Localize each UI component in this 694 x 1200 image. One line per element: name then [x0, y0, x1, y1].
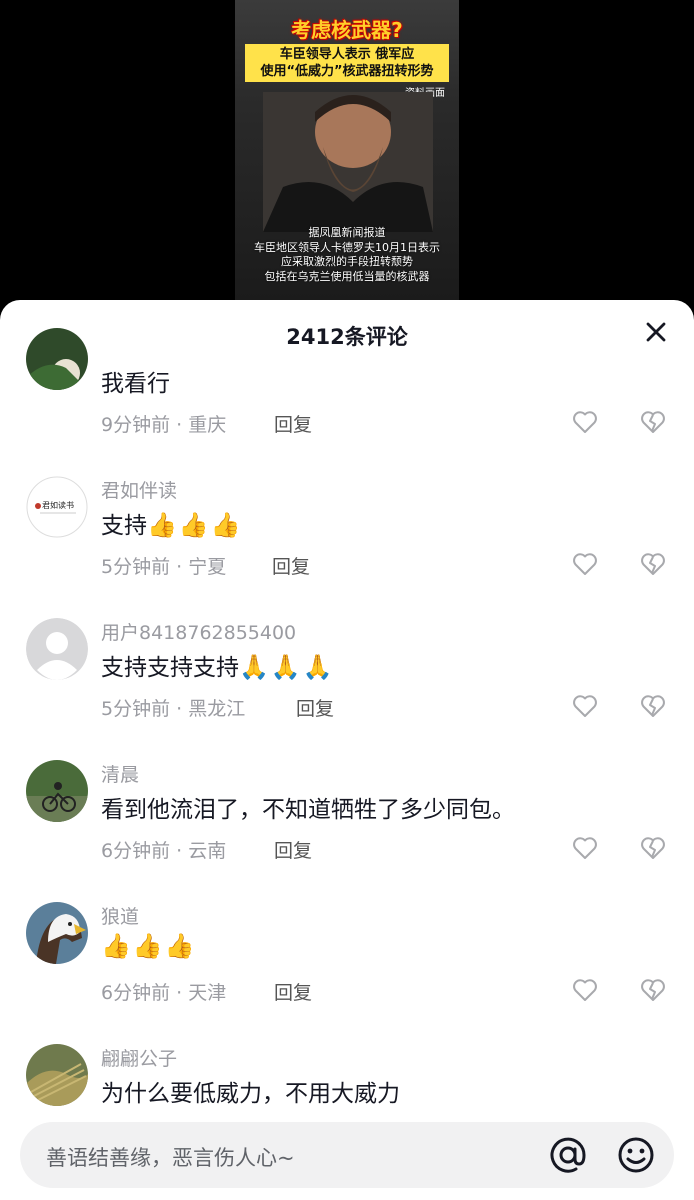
avatar-image: [26, 328, 88, 390]
heart-icon[interactable]: [572, 552, 598, 576]
avatar-image: [26, 1044, 88, 1106]
avatar-image: [26, 902, 88, 964]
avatar[interactable]: 君如读书: [26, 476, 88, 538]
comment-text-body: 支持: [101, 513, 147, 539]
video-caption-line: 包括在乌克兰使用低当量的核武器: [264, 269, 430, 283]
reply-button[interactable]: 回复: [274, 410, 312, 437]
avatar[interactable]: [26, 1044, 88, 1106]
comment-username[interactable]: 清晨: [101, 760, 139, 787]
comment-input[interactable]: 善语结善缘，恶言伤人心~: [20, 1122, 674, 1188]
broken-heart-icon[interactable]: [640, 694, 666, 718]
person-image: [263, 92, 433, 232]
comment-input-placeholder: 善语结善缘，恶言伤人心~: [46, 1146, 295, 1170]
comment-username[interactable]: 翩翩公子: [101, 1044, 177, 1071]
video-caption: 据凤凰新闻报道 车臣地区领导人卡德罗夫10月1日表示 应采取激烈的手段扭转颓势 …: [235, 226, 459, 284]
avatar[interactable]: [26, 328, 88, 390]
broken-heart-icon[interactable]: [640, 978, 666, 1002]
avatar[interactable]: [26, 618, 88, 680]
comment-username[interactable]: 狼道: [101, 902, 139, 929]
comment-item: 君如读书 君如伴读 支持👍👍👍 5分钟前 · 宁夏 回复: [0, 476, 694, 618]
comment-text: 看到他流泪了，不知道牺牲了多少同包。: [101, 797, 515, 823]
comment-meta: 5分钟前 · 黑龙江: [101, 698, 246, 720]
comment-meta: 6分钟前 · 天津: [101, 982, 227, 1004]
avatar-image: [26, 760, 88, 822]
heart-icon[interactable]: [572, 410, 598, 434]
svg-text:君如读书: 君如读书: [42, 500, 74, 510]
video-caption-line: 据凤凰新闻报道: [308, 226, 386, 239]
comments-sheet: 2412条评论 我看行 9分钟前 · 重庆 回复 君如读书 君如伴读 支持👍👍👍…: [0, 300, 694, 1200]
heart-icon[interactable]: [572, 694, 598, 718]
thumbs-up-emoji: 👍👍👍: [147, 511, 243, 539]
at-icon[interactable]: [548, 1135, 588, 1175]
comment-meta: 6分钟前 · 云南: [101, 840, 227, 862]
reply-button[interactable]: 回复: [272, 552, 310, 579]
heart-icon[interactable]: [572, 978, 598, 1002]
comment-item: 狼道 👍👍👍 6分钟前 · 天津 回复: [0, 902, 694, 1044]
comment-meta: 5分钟前 · 宁夏: [101, 556, 227, 578]
comment-item: 用户8418762855400 支持支持支持🙏🙏🙏 5分钟前 · 黑龙江 回复: [0, 618, 694, 760]
comment-text: 👍👍👍: [101, 932, 197, 960]
comment-item: 我看行 9分钟前 · 重庆 回复: [0, 328, 694, 476]
comment-text: 支持👍👍👍: [101, 506, 243, 540]
smile-icon[interactable]: [616, 1135, 656, 1175]
avatar-image: 君如读书: [26, 476, 88, 538]
comment-item: 清晨 看到他流泪了，不知道牺牲了多少同包。 6分钟前 · 云南 回复: [0, 760, 694, 902]
video-banner-line: 使用“低威力”核武器扭转形势: [260, 64, 434, 79]
comment-text-body: 支持支持支持: [101, 655, 239, 681]
comment-text: 为什么要低威力，不用大威力: [101, 1081, 400, 1107]
default-avatar-icon: [26, 618, 88, 680]
comment-text: 支持支持支持🙏🙏🙏: [101, 648, 335, 682]
avatar[interactable]: [26, 902, 88, 964]
broken-heart-icon[interactable]: [640, 836, 666, 860]
broken-heart-icon[interactable]: [640, 410, 666, 434]
comment-text: 我看行: [101, 371, 170, 397]
pray-emoji: 🙏🙏🙏: [239, 653, 335, 681]
video-banner: 车臣领导人表示 俄军应 使用“低威力”核武器扭转形势: [245, 44, 449, 82]
avatar[interactable]: [26, 760, 88, 822]
comment-meta: 9分钟前 · 重庆: [101, 414, 227, 436]
reply-button[interactable]: 回复: [296, 694, 334, 721]
reply-button[interactable]: 回复: [274, 978, 312, 1005]
comment-username[interactable]: 君如伴读: [101, 476, 177, 503]
thumbs-up-emoji: 👍👍👍: [101, 932, 197, 960]
video-title: 考虑核武器?: [291, 18, 403, 42]
heart-icon[interactable]: [572, 836, 598, 860]
comment-input-bar: 善语结善缘，恶言伤人心~: [0, 1110, 694, 1200]
reply-button[interactable]: 回复: [274, 836, 312, 863]
comment-username[interactable]: 用户8418762855400: [101, 618, 296, 645]
video-banner-line: 车臣领导人表示 俄军应: [279, 47, 415, 62]
app-screen: 考虑核武器? 车臣领导人表示 俄军应 使用“低威力”核武器扭转形势 资料画面 据…: [0, 0, 694, 1200]
video-thumbnail[interactable]: 考虑核武器? 车臣领导人表示 俄军应 使用“低威力”核武器扭转形势 资料画面 据…: [235, 0, 459, 300]
video-caption-line: 车臣地区领导人卡德罗夫10月1日表示: [254, 240, 440, 254]
video-caption-line: 应采取激烈的手段扭转颓势: [281, 255, 413, 268]
broken-heart-icon[interactable]: [640, 552, 666, 576]
